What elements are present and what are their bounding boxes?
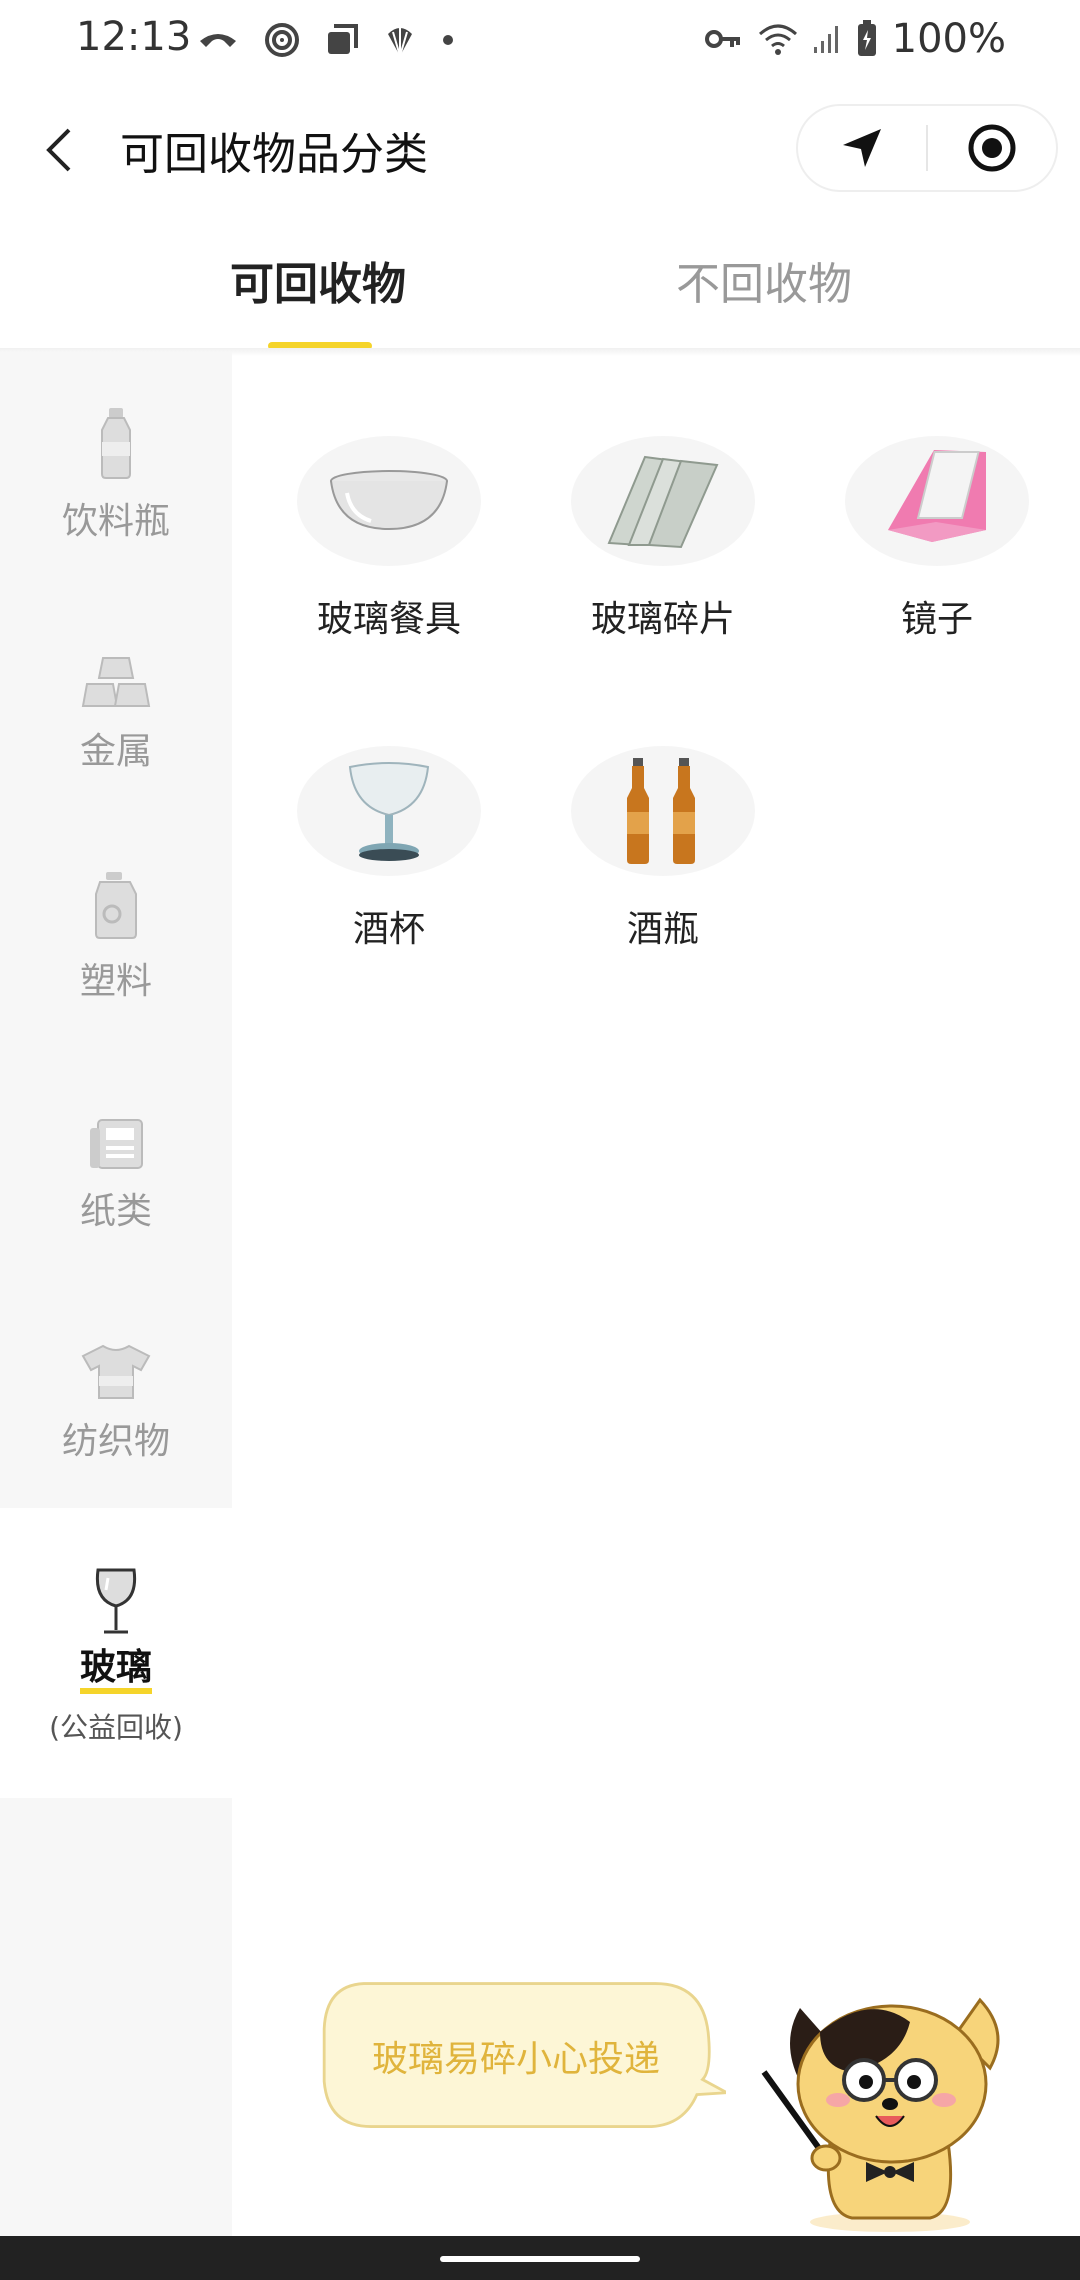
category-paper[interactable]: 纸类 — [0, 1042, 232, 1272]
battery-icon — [857, 20, 876, 56]
dog-mascot — [761, 1997, 1000, 2232]
miniprogram-capsule — [796, 104, 1058, 192]
wine-glass-icon — [95, 1568, 137, 1634]
newspaper-icon — [90, 1119, 143, 1169]
item-glass-shards[interactable]: 玻璃碎片 — [526, 352, 800, 642]
status-bar: 12:13 100% — [0, 0, 1080, 84]
glass-bowl-icon — [330, 470, 448, 531]
category-glass-sublabel: (公益回收) — [49, 1711, 183, 1744]
tab-recyclable[interactable]: 可回收物 — [230, 248, 406, 312]
plastic-jug-icon — [95, 872, 137, 939]
back-button[interactable] — [36, 116, 80, 184]
signal-icon — [813, 26, 838, 53]
category-plastic[interactable]: 塑料 — [0, 812, 232, 1042]
category-glass-label: 玻璃 — [79, 1648, 152, 1694]
key-icon — [704, 30, 740, 48]
glass-shards-icon — [607, 455, 719, 549]
chevron-left-icon — [46, 128, 71, 172]
tip-text: 玻璃易碎小心投递 — [372, 2039, 661, 2080]
item-glass-tableware[interactable]: 玻璃餐具 — [252, 352, 526, 642]
bottle-icon — [101, 408, 131, 479]
metal-ingots-icon — [81, 657, 151, 707]
category-sidebar: 饮料瓶 金属 塑料 纸类 纺织物 玻璃 (公益回收) — [0, 352, 232, 2236]
tab-non-recyclable[interactable]: 不回收物 — [676, 248, 852, 312]
location-button[interactable] — [798, 106, 926, 190]
dot-icon — [443, 35, 453, 45]
category-metal[interactable]: 金属 — [0, 582, 232, 812]
phone-icon — [200, 34, 236, 47]
wifi-icon — [758, 24, 797, 55]
item-wine-glass[interactable]: 酒杯 — [252, 662, 526, 952]
nav-bar: 可回收物品分类 — [0, 96, 1080, 204]
category-drink-bottles[interactable]: 饮料瓶 — [0, 352, 232, 582]
item-wine-bottle[interactable]: 酒瓶 — [526, 662, 800, 952]
spiral-icon — [265, 23, 299, 57]
tshirt-icon — [81, 1344, 151, 1399]
battery-level: 100% — [891, 16, 1006, 62]
page-title: 可回收物品分类 — [120, 129, 428, 180]
target-icon — [968, 124, 1016, 172]
status-time: 12:13 — [76, 14, 192, 60]
cube-icon — [328, 24, 358, 54]
close-miniprogram-button[interactable] — [928, 106, 1056, 190]
beer-bottles-icon — [627, 758, 695, 864]
mirror-icon — [888, 450, 986, 542]
shell-icon — [388, 28, 412, 57]
home-indicator[interactable] — [440, 2256, 640, 2262]
category-glass[interactable]: 玻璃 (公益回收) — [0, 1508, 232, 1798]
location-arrow-icon — [843, 129, 881, 167]
item-mirror[interactable]: 镜子 — [800, 352, 1074, 642]
goblet-icon — [348, 762, 430, 861]
tab-bar: 可回收物 不回收物 — [0, 220, 1080, 350]
category-textiles[interactable]: 纺织物 — [0, 1272, 232, 1502]
system-navigation-bar — [0, 2236, 1080, 2280]
